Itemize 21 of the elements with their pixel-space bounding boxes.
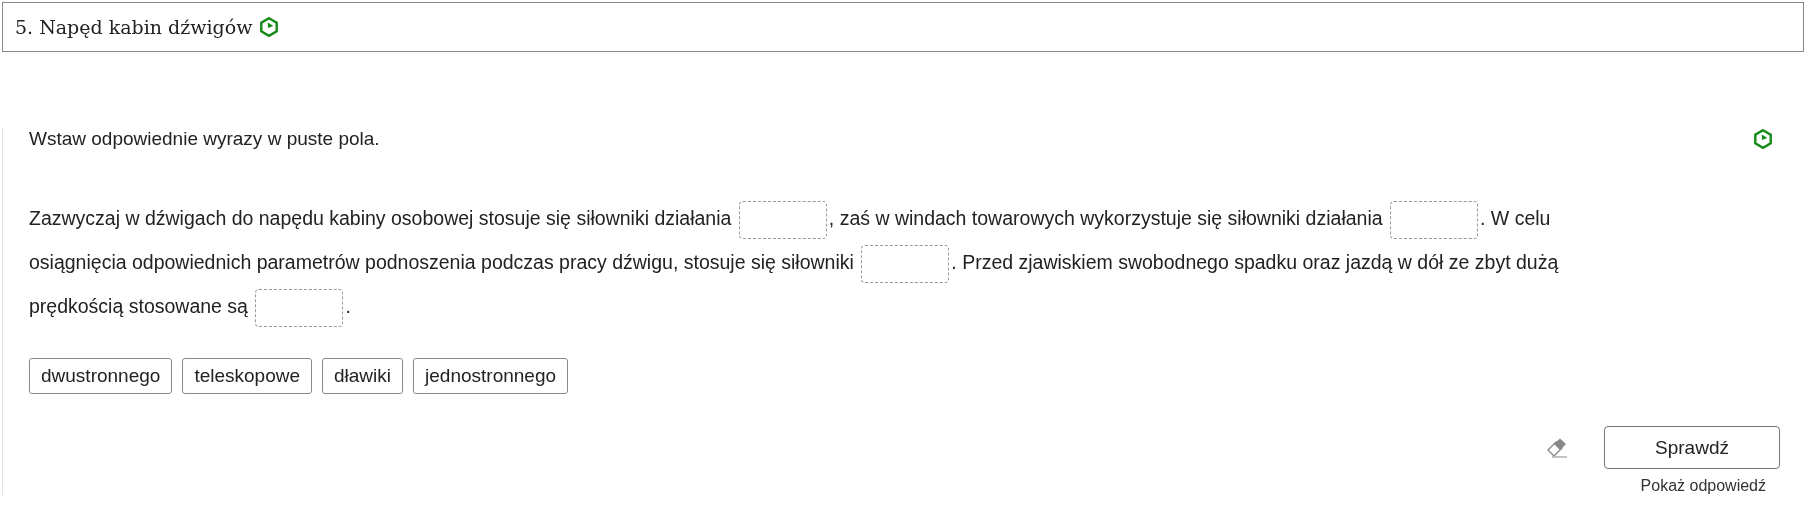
word-tile[interactable]: jednostronnego — [413, 358, 569, 394]
show-answer-link[interactable]: Pokaż odpowiedź — [1640, 477, 1766, 495]
instruction-text: Wstaw odpowiednie wyrazy w puste pola. — [29, 128, 380, 150]
drop-field[interactable] — [255, 288, 344, 327]
sentence-text: . — [345, 295, 351, 317]
play-hexagon-icon[interactable] — [1752, 128, 1774, 150]
sentence-text: . W celu — [1480, 207, 1551, 229]
sentence-text: osiągnięcia odpowiednich parametrów podnoszenia podczas pracy dźwigu, stosuje się siłowniki — [29, 251, 854, 273]
sentence-text: prędkością stosowane są — [29, 295, 248, 317]
word-tile[interactable]: dławiki — [322, 358, 404, 394]
drop-field[interactable] — [738, 200, 827, 239]
word-tile[interactable]: dwustronnego — [29, 358, 173, 394]
check-button[interactable]: Sprawdź — [1604, 426, 1780, 469]
sentence-text: . Przed zjawiskiem swobodnego spadku oraz jazdą w dół ze zbyt dużą — [951, 251, 1559, 273]
sentence-text: , zaś w windach towarowych wykorzystuje się siłowniki działania — [828, 207, 1383, 229]
word-tile[interactable]: teleskopowe — [182, 358, 312, 394]
drop-field[interactable] — [861, 244, 950, 283]
exercise-title: 5. Napęd kabin dźwigów — [15, 16, 253, 38]
sentence-text: Zazwyczaj w dźwigach do napędu kabiny osobowej stosuje się siłowniki działania — [29, 207, 732, 229]
play-hexagon-icon[interactable] — [258, 16, 281, 38]
drop-field[interactable] — [1390, 200, 1479, 239]
